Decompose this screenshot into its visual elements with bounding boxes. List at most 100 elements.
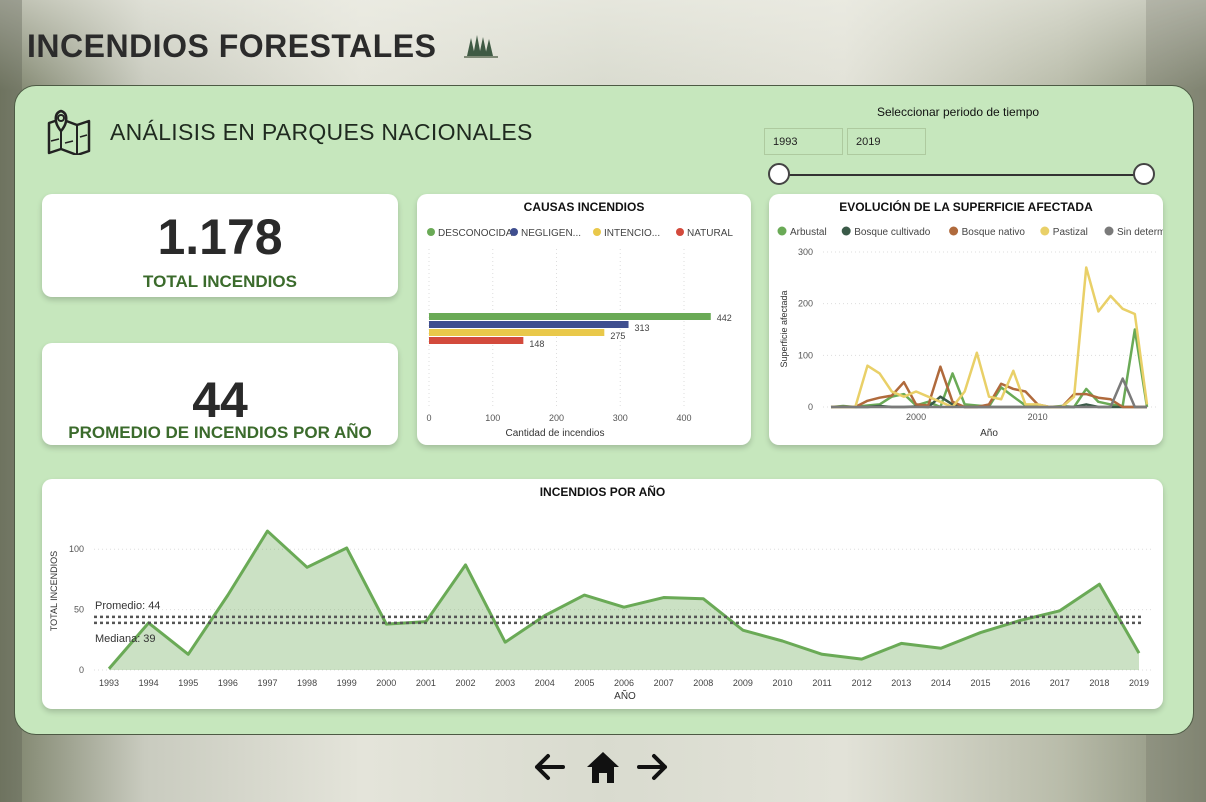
x-tick-label: 1996: [218, 678, 238, 688]
average-fires-value: 44: [192, 372, 248, 428]
x-tick-label: 2010: [772, 678, 792, 688]
x-tick-label: 2006: [614, 678, 634, 688]
period-slider-track[interactable]: [779, 174, 1144, 176]
fires-per-year-chart: 0 50 100 1993 1994 1995 1996 1997 1998 1999 2000 20…: [49, 529, 1152, 702]
bar: [429, 313, 711, 320]
x-tick-label: 2007: [654, 678, 674, 688]
average-fires-card: 44 PROMEDIO DE INCENDIOS POR AÑO: [42, 343, 398, 445]
surface-chart: 0 100 200 300 2000 2010 Año Superficie afectada…: [777, 226, 1163, 439]
y-axis-label: Superficie afectada: [779, 290, 789, 367]
legend-label: Bosque cultivado: [854, 227, 931, 238]
x-tick-label: 1995: [178, 678, 198, 688]
x-tick-label: 2000: [376, 678, 396, 688]
end-year-input[interactable]: 2019: [847, 128, 926, 155]
x-axis-label: Año: [980, 428, 998, 439]
home-icon[interactable]: [585, 750, 621, 789]
bar-value-label: 442: [717, 313, 732, 323]
x-tick-label: 1994: [139, 678, 159, 688]
legend-label: INTENCIO...: [604, 228, 660, 239]
bar: [429, 321, 629, 328]
x-tick-label: 2008: [693, 678, 713, 688]
x-tick-label: 2011: [812, 678, 831, 688]
legend-label: NATURAL: [687, 228, 733, 239]
legend-marker: [1040, 226, 1050, 236]
x-axis-label: AÑO: [614, 689, 636, 702]
legend-label: Sin determinar: [1117, 227, 1163, 238]
period-label: Seleccionar periodo de tiempo: [876, 105, 1040, 119]
y-tick-label: 100: [798, 350, 813, 360]
y-tick-label: 300: [798, 247, 813, 257]
legend-marker: [1104, 226, 1114, 236]
x-tick-label: 0: [426, 413, 431, 423]
x-axis-label: Cantidad de incendios: [506, 428, 605, 439]
total-fires-value: 1.178: [157, 209, 283, 265]
legend-marker: [676, 228, 684, 236]
y-tick-label: 50: [74, 605, 84, 615]
x-tick-label: 2010: [1028, 412, 1048, 422]
arrow-right-icon[interactable]: [636, 750, 670, 789]
dashboard-subtitle: ANÁLISIS EN PARQUES NACIONALES: [110, 119, 533, 145]
x-tick-label: 100: [485, 413, 500, 423]
slider-end-handle[interactable]: [1133, 163, 1155, 185]
reference-label: Promedio: 44: [95, 600, 160, 612]
y-tick-label: 0: [79, 665, 84, 675]
x-tick-label: 200: [549, 413, 564, 423]
x-tick-label: 2002: [456, 678, 476, 688]
series-line: [831, 266, 1149, 409]
legend-label: NEGLIGEN...: [521, 228, 581, 239]
x-tick-label: 2017: [1050, 678, 1070, 688]
x-tick-label: 300: [613, 413, 628, 423]
x-tick-label: 2005: [574, 678, 594, 688]
x-tick-label: 2009: [733, 678, 753, 688]
trees-icon: [462, 32, 500, 65]
surface-chart-card: EVOLUCIÓN DE LA SUPERFICIE AFECTADA 0 100…: [769, 194, 1163, 445]
x-tick-label: 1998: [297, 678, 317, 688]
x-tick-label: 2014: [931, 678, 951, 688]
bar-value-label: 275: [610, 331, 625, 341]
fires-per-year-card: INCENDIOS POR AÑO 0 50 100 1993 1994 1995 1996…: [42, 479, 1163, 709]
page-title: INCENDIOS FORESTALES: [27, 28, 437, 64]
x-tick-label: 1997: [257, 678, 277, 688]
area-fill: [109, 531, 1139, 670]
x-tick-label: 2019: [1129, 678, 1149, 688]
x-tick-label: 2015: [971, 678, 991, 688]
legend-marker: [777, 226, 787, 236]
start-year-input[interactable]: 1993: [764, 128, 843, 155]
y-axis-label: TOTAL INCENDIOS: [49, 551, 59, 631]
slider-start-handle[interactable]: [768, 163, 790, 185]
legend-marker: [593, 228, 601, 236]
reference-label: Mediana: 39: [95, 633, 156, 645]
x-tick-label: 1999: [337, 678, 357, 688]
x-tick-label: 2016: [1010, 678, 1030, 688]
x-tick-label: 2018: [1089, 678, 1109, 688]
legend-marker: [841, 226, 851, 236]
legend-marker: [510, 228, 518, 236]
x-tick-label: 2013: [891, 678, 911, 688]
x-tick-label: 2004: [535, 678, 555, 688]
x-tick-label: 2000: [906, 412, 926, 422]
arrow-left-icon[interactable]: [532, 750, 566, 789]
causes-chart-card: CAUSAS INCENDIOS 0 100 200 300 400 Cantidad d…: [417, 194, 751, 445]
x-tick-label: 400: [676, 413, 691, 423]
bar-value-label: 313: [635, 323, 650, 333]
bar: [429, 337, 524, 344]
legend-label: Bosque nativo: [962, 227, 1026, 238]
legend-marker: [427, 228, 435, 236]
bar: [429, 329, 605, 336]
average-fires-label: PROMEDIO DE INCENDIOS POR AÑO: [68, 423, 372, 442]
total-fires-label: TOTAL INCENDIOS: [143, 272, 297, 291]
x-tick-label: 1993: [99, 678, 119, 688]
x-tick-label: 2003: [495, 678, 515, 688]
legend-label: Pastizal: [1053, 227, 1088, 238]
causes-chart: 0 100 200 300 400 Cantidad de incendios DESCON…: [426, 228, 733, 439]
total-fires-card: 1.178 TOTAL INCENDIOS: [42, 194, 398, 297]
y-tick-label: 200: [798, 299, 813, 309]
bar-value-label: 148: [529, 339, 544, 349]
legend-marker: [949, 226, 959, 236]
legend-label: Arbustal: [790, 227, 827, 238]
map-icon: [46, 107, 92, 160]
legend-label: DESCONOCIDA: [438, 228, 513, 239]
x-tick-label: 2001: [416, 678, 436, 688]
y-tick-label: 0: [808, 402, 813, 412]
x-tick-label: 2012: [852, 678, 872, 688]
